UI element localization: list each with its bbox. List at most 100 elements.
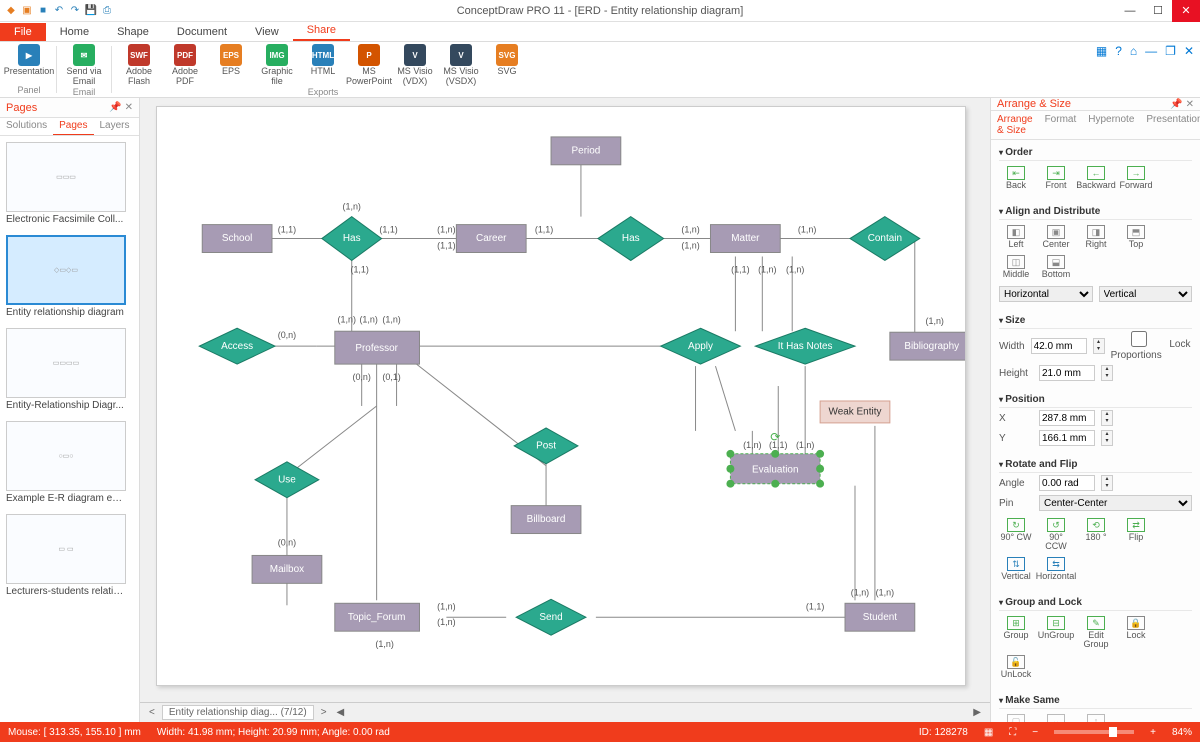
btn-align-bottom[interactable]: ⬓Bottom bbox=[1039, 255, 1073, 279]
help-close-icon[interactable]: ✕ bbox=[1184, 44, 1194, 58]
doc-tab[interactable]: Entity relationship diag... (7/12) bbox=[162, 705, 314, 720]
pin-select[interactable]: Center-Center bbox=[1039, 495, 1192, 511]
angle-input[interactable] bbox=[1039, 475, 1095, 491]
btn-flip-horizontal[interactable]: ⇆Horizontal bbox=[1039, 557, 1073, 581]
left-tab-layers[interactable]: Layers bbox=[94, 118, 136, 135]
pin-icon[interactable]: 📌 ✕ bbox=[109, 102, 133, 113]
btn-group[interactable]: ⊞Group bbox=[999, 616, 1033, 649]
ribbon-send-email[interactable]: ✉Send via Email bbox=[63, 44, 105, 87]
btn-front[interactable]: ⇥Front bbox=[1039, 166, 1073, 190]
btn-align-center[interactable]: ▣Center bbox=[1039, 225, 1073, 249]
ribbon-svg[interactable]: SVGSVG bbox=[486, 44, 528, 87]
section-rotate[interactable]: Rotate and Flip bbox=[999, 456, 1192, 473]
thumb-4[interactable]: ▭ ▭Lecturers-students relatio... bbox=[6, 514, 133, 597]
help-grid-icon[interactable]: ▦ bbox=[1096, 44, 1107, 58]
ribbon-presentation[interactable]: ▶Presentation bbox=[8, 44, 50, 77]
btn-same-size[interactable]: ▢Size bbox=[999, 714, 1033, 722]
section-align[interactable]: Align and Distribute bbox=[999, 203, 1192, 220]
btn-same-width[interactable]: ↔Width bbox=[1039, 714, 1073, 722]
qat-open-icon[interactable]: ▣ bbox=[20, 4, 34, 18]
tab-next-icon[interactable]: > bbox=[318, 707, 330, 718]
thumb-0[interactable]: ▭▭▭Electronic Facsimile Coll... bbox=[6, 142, 133, 225]
btn-rotate-cw[interactable]: ↻90° CW bbox=[999, 518, 1033, 551]
height-down-icon[interactable]: ▾ bbox=[1102, 373, 1112, 380]
minimize-button[interactable]: — bbox=[1116, 0, 1144, 22]
left-tab-pages[interactable]: Pages bbox=[53, 118, 93, 135]
ribbon-powerpoint[interactable]: PMS PowerPoint bbox=[348, 44, 390, 87]
btn-lock[interactable]: 🔒Lock bbox=[1119, 616, 1153, 649]
tab-view[interactable]: View bbox=[241, 23, 293, 41]
height-up-icon[interactable]: ▴ bbox=[1102, 366, 1112, 373]
btn-align-right[interactable]: ◨Right bbox=[1079, 225, 1113, 249]
tab-shape[interactable]: Shape bbox=[103, 23, 163, 41]
btn-edit-group[interactable]: ✎Edit Group bbox=[1079, 616, 1113, 649]
btn-back[interactable]: ⇤Back bbox=[999, 166, 1033, 190]
tab-scroll-right-icon[interactable]: ▶ bbox=[970, 707, 984, 718]
btn-backward[interactable]: ←Backward bbox=[1079, 166, 1113, 190]
rp-tab-arrange[interactable]: Arrange & Size bbox=[991, 111, 1039, 139]
qat-redo-icon[interactable]: ↷ bbox=[68, 4, 82, 18]
qat-save-icon[interactable]: ■ bbox=[36, 4, 50, 18]
btn-rotate-180[interactable]: ⟲180 ° bbox=[1079, 518, 1113, 551]
ribbon-visio-vdx[interactable]: VMS Visio (VDX) bbox=[394, 44, 436, 87]
btn-align-left[interactable]: ◧Left bbox=[999, 225, 1033, 249]
qat-new-icon[interactable]: ◆ bbox=[4, 4, 18, 18]
distribute-horizontal-select[interactable]: Horizontal bbox=[999, 286, 1093, 302]
help-min-icon[interactable]: — bbox=[1145, 44, 1157, 58]
section-size[interactable]: Size bbox=[999, 312, 1192, 329]
btn-ungroup[interactable]: ⊟UnGroup bbox=[1039, 616, 1073, 649]
width-up-icon[interactable]: ▴ bbox=[1094, 339, 1104, 346]
tab-file[interactable]: File bbox=[0, 23, 46, 41]
help-question-icon[interactable]: ? bbox=[1115, 44, 1122, 58]
section-order[interactable]: Order bbox=[999, 144, 1192, 161]
diagram-canvas[interactable]: School Career Matter Period Professor Bi… bbox=[156, 106, 966, 686]
tab-prev-icon[interactable]: < bbox=[146, 707, 158, 718]
tab-share[interactable]: Share bbox=[293, 21, 350, 41]
width-input[interactable] bbox=[1031, 338, 1087, 354]
section-position[interactable]: Position bbox=[999, 391, 1192, 408]
close-button[interactable]: ✕ bbox=[1172, 0, 1200, 22]
help-home-icon[interactable]: ⌂ bbox=[1130, 44, 1137, 58]
left-tab-solutions[interactable]: Solutions bbox=[0, 118, 53, 135]
status-fit-icon[interactable]: ⛶ bbox=[1009, 727, 1016, 738]
maximize-button[interactable]: ☐ bbox=[1144, 0, 1172, 22]
ribbon-graphic-file[interactable]: IMGGraphic file bbox=[256, 44, 298, 87]
zoom-slider[interactable] bbox=[1054, 730, 1134, 734]
tab-scroll-left-icon[interactable]: ◀ bbox=[334, 707, 348, 718]
zoom-in-icon[interactable]: + bbox=[1150, 727, 1156, 738]
rp-tab-presentation[interactable]: Presentation bbox=[1140, 111, 1200, 139]
thumb-2[interactable]: ▭▭▭▭Entity-Relationship Diagr... bbox=[6, 328, 133, 411]
ribbon-html[interactable]: HTMLHTML bbox=[302, 44, 344, 87]
btn-align-middle[interactable]: ◫Middle bbox=[999, 255, 1033, 279]
right-pin-icon[interactable]: 📌 ✕ bbox=[1170, 99, 1194, 110]
ribbon-pdf[interactable]: PDFAdobe PDF bbox=[164, 44, 206, 87]
width-down-icon[interactable]: ▾ bbox=[1094, 346, 1104, 353]
tab-home[interactable]: Home bbox=[46, 23, 103, 41]
help-restore-icon[interactable]: ❐ bbox=[1165, 44, 1176, 58]
ribbon-flash[interactable]: SWFAdobe Flash bbox=[118, 44, 160, 87]
qat-save2-icon[interactable]: 💾 bbox=[84, 4, 98, 18]
btn-flip[interactable]: ⇄Flip bbox=[1119, 518, 1153, 551]
thumb-3[interactable]: ○▭○Example E-R diagram ext... bbox=[6, 421, 133, 504]
status-ruler-icon[interactable]: ▦ bbox=[984, 727, 993, 738]
qat-print-icon[interactable]: ⎙ bbox=[100, 4, 114, 18]
ribbon-eps[interactable]: EPSEPS bbox=[210, 44, 252, 87]
height-input[interactable] bbox=[1039, 365, 1095, 381]
zoom-out-icon[interactable]: − bbox=[1032, 727, 1038, 738]
btn-rotate-ccw[interactable]: ↺90° CCW bbox=[1039, 518, 1073, 551]
tab-document[interactable]: Document bbox=[163, 23, 241, 41]
ribbon-visio-vsdx[interactable]: VMS Visio (VSDX) bbox=[440, 44, 482, 87]
btn-flip-vertical[interactable]: ⇅Vertical bbox=[999, 557, 1033, 581]
section-makesame[interactable]: Make Same bbox=[999, 692, 1192, 709]
lock-proportions-checkbox[interactable] bbox=[1111, 331, 1167, 347]
btn-forward[interactable]: →Forward bbox=[1119, 166, 1153, 190]
x-input[interactable] bbox=[1039, 410, 1095, 426]
btn-align-top[interactable]: ⬒Top bbox=[1119, 225, 1153, 249]
rp-tab-format[interactable]: Format bbox=[1039, 111, 1083, 139]
distribute-vertical-select[interactable]: Vertical bbox=[1099, 286, 1193, 302]
thumb-1[interactable]: ◇▭◇▭Entity relationship diagram bbox=[6, 235, 133, 318]
rp-tab-hypernote[interactable]: Hypernote bbox=[1082, 111, 1140, 139]
btn-unlock[interactable]: 🔓UnLock bbox=[999, 655, 1033, 679]
section-group[interactable]: Group and Lock bbox=[999, 594, 1192, 611]
qat-undo-icon[interactable]: ↶ bbox=[52, 4, 66, 18]
